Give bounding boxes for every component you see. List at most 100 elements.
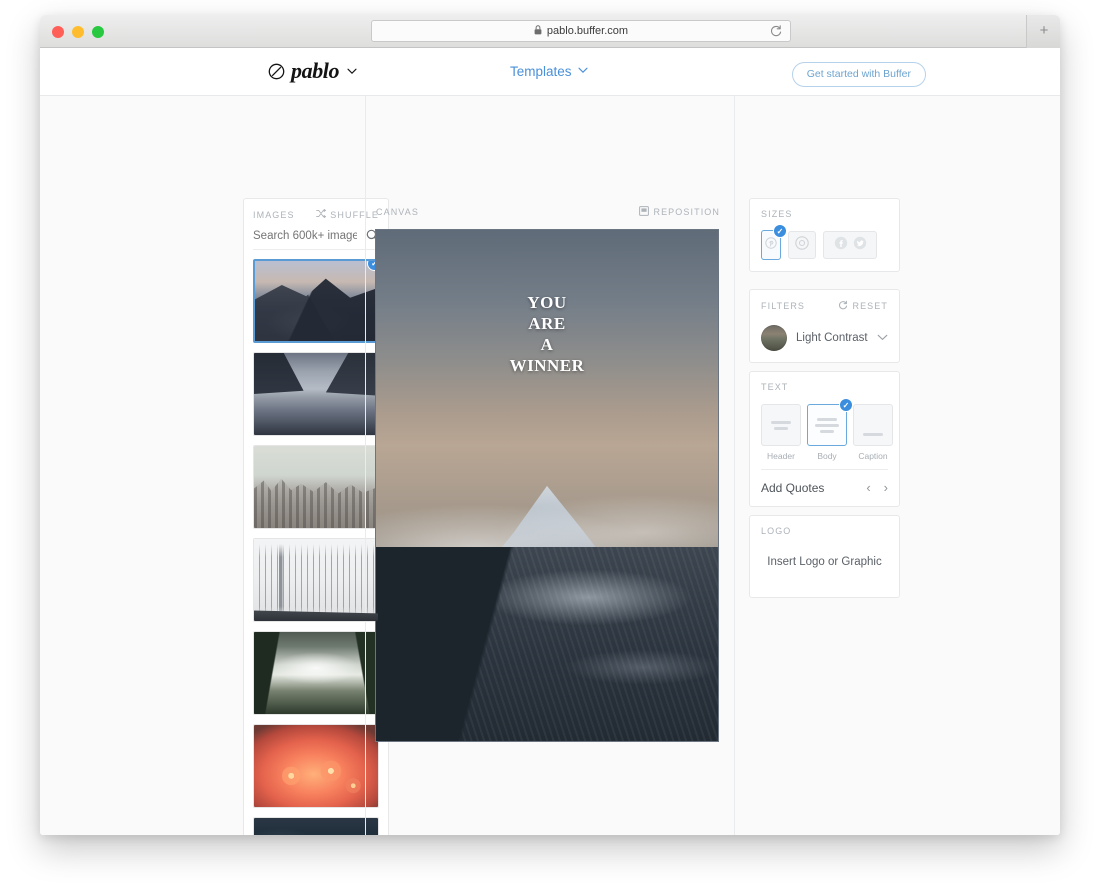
thumbnail-art	[254, 446, 378, 528]
instagram-icon	[795, 235, 809, 255]
browser-window: pablo.buffer.com + pablo Templates Get s…	[40, 15, 1060, 835]
text-tile-caption[interactable]	[853, 404, 893, 446]
size-option-pinterest[interactable]: ✓	[761, 224, 787, 260]
filter-selected-name: Light Contrast	[796, 332, 868, 344]
right-sidebar: SIZES ✓ FILTERS RESET Light Contrast TEX…	[735, 96, 1060, 835]
search-input[interactable]	[253, 229, 357, 242]
reload-icon[interactable]	[769, 24, 783, 38]
text-option-body[interactable]: ✓ Body	[807, 398, 853, 461]
images-panel-header: IMAGES SHUFFLE	[253, 208, 379, 220]
photo-valley	[376, 546, 718, 741]
nav-templates[interactable]: Templates	[510, 64, 588, 79]
pablo-logo[interactable]: pablo	[268, 58, 357, 84]
thumbnail-art	[254, 353, 378, 435]
canvas-title: CANVAS	[376, 207, 419, 217]
twitter-icon	[853, 236, 867, 255]
logo-panel-title: LOGO	[761, 526, 792, 536]
image-thumbnail-3[interactable]	[253, 538, 379, 622]
logo-panel-header: LOGO	[761, 526, 888, 536]
text-tile-body[interactable]: ✓	[807, 398, 853, 446]
minimize-window-button[interactable]	[72, 26, 84, 38]
app-navbar: pablo Templates Get started with Buffer	[40, 48, 1060, 96]
size-option-instagram[interactable]	[788, 231, 816, 259]
sizes-panel-header: SIZES	[761, 209, 888, 219]
image-thumbnail-2[interactable]	[253, 445, 379, 529]
filter-selector[interactable]: Light Contrast	[761, 325, 888, 351]
traffic-light-buttons	[52, 26, 104, 38]
text-option-label: Header	[767, 451, 795, 461]
get-started-with-buffer-button[interactable]: Get started with Buffer	[791, 62, 926, 87]
nav-templates-label: Templates	[510, 64, 572, 79]
chevron-down-icon	[347, 64, 357, 78]
text-panel-title: TEXT	[761, 382, 789, 392]
image-thumbnail-6[interactable]	[253, 817, 379, 835]
reposition-icon	[639, 206, 650, 218]
tile-line	[862, 433, 884, 436]
reset-label: RESET	[852, 301, 888, 311]
image-thumbnail-1[interactable]	[253, 352, 379, 436]
canvas-preview[interactable]: YOU ARE A WINNER	[375, 229, 719, 742]
image-thumbnail-0[interactable]: ✓	[253, 259, 379, 343]
tile-line	[819, 429, 835, 433]
divider	[761, 469, 888, 470]
address-bar-url: pablo.buffer.com	[546, 25, 629, 37]
reset-icon	[838, 300, 848, 312]
image-search-row	[253, 229, 379, 250]
text-option-header[interactable]: Header	[761, 404, 801, 461]
logo-panel: LOGO Insert Logo or Graphic	[749, 515, 900, 598]
text-option-caption[interactable]: Caption	[853, 404, 893, 461]
filters-panel-title: FILTERS	[761, 301, 806, 311]
insert-logo-dropzone[interactable]: Insert Logo or Graphic	[761, 536, 888, 586]
pinterest-icon	[765, 236, 777, 254]
filter-preview-thumbnail	[761, 325, 787, 351]
new-tab-button[interactable]: +	[1034, 21, 1054, 41]
zoom-window-button[interactable]	[92, 26, 104, 38]
text-style-options: Header ✓ Body Caption	[761, 398, 893, 461]
app-body: IMAGES SHUFFLE Search 600k+ images ✓ CAN…	[40, 96, 1060, 835]
image-thumbnail-list: ✓	[253, 259, 379, 835]
text-option-label: Body	[817, 451, 837, 461]
canvas-column: CANVAS REPOSITION YOU ARE A WINNER	[365, 96, 735, 835]
tile-line	[773, 426, 789, 430]
pablo-logo-text: pablo	[291, 58, 340, 83]
thumbnail-art	[254, 725, 378, 807]
lock-icon	[534, 24, 542, 38]
selected-check-icon: ✓	[839, 398, 853, 412]
text-tile-header[interactable]	[761, 404, 801, 446]
prev-quote-icon[interactable]: ‹	[866, 480, 870, 495]
chevron-down-icon[interactable]	[877, 332, 888, 344]
sizes-panel-title: SIZES	[761, 209, 793, 219]
browser-titlebar: pablo.buffer.com +	[40, 15, 1060, 48]
close-window-button[interactable]	[52, 26, 64, 38]
tile-line	[770, 420, 792, 424]
reset-filters-button[interactable]: RESET	[838, 300, 888, 312]
shuffle-icon	[316, 208, 327, 220]
tile-line	[816, 417, 838, 421]
canvas-text-line-3: WINNER	[509, 356, 585, 375]
reposition-button[interactable]: REPOSITION	[639, 206, 720, 218]
size-option-facebook-twitter[interactable]	[823, 231, 877, 259]
thumbnail-art	[254, 632, 378, 714]
reposition-label: REPOSITION	[653, 207, 720, 217]
size-options: ✓	[761, 224, 888, 260]
pablo-logo-icon	[268, 63, 285, 80]
next-quote-icon[interactable]: ›	[884, 480, 888, 495]
add-quotes-row: Add Quotes ‹ ›	[761, 480, 888, 495]
sizes-panel: SIZES ✓	[749, 198, 900, 272]
text-panel: TEXT Header ✓ Body Caption Add Quotes ‹ …	[749, 371, 900, 507]
text-panel-header: TEXT	[761, 382, 888, 392]
address-bar[interactable]: pablo.buffer.com	[371, 20, 791, 42]
canvas-text-line-1: ARE	[528, 314, 566, 333]
image-thumbnail-4[interactable]	[253, 631, 379, 715]
canvas-text-line-0: YOU	[527, 293, 567, 312]
add-quotes-label[interactable]: Add Quotes	[761, 481, 824, 495]
text-option-label: Caption	[858, 451, 888, 461]
thumbnail-art	[255, 261, 377, 341]
canvas-header: CANVAS REPOSITION	[376, 206, 720, 218]
image-thumbnail-5[interactable]	[253, 724, 379, 808]
left-column: IMAGES SHUFFLE Search 600k+ images ✓	[40, 96, 389, 835]
selected-check-icon: ✓	[773, 224, 787, 238]
thumbnail-art	[254, 818, 378, 835]
images-panel-title: IMAGES	[253, 209, 295, 220]
canvas-text-overlay[interactable]: YOU ARE A WINNER	[376, 292, 718, 376]
